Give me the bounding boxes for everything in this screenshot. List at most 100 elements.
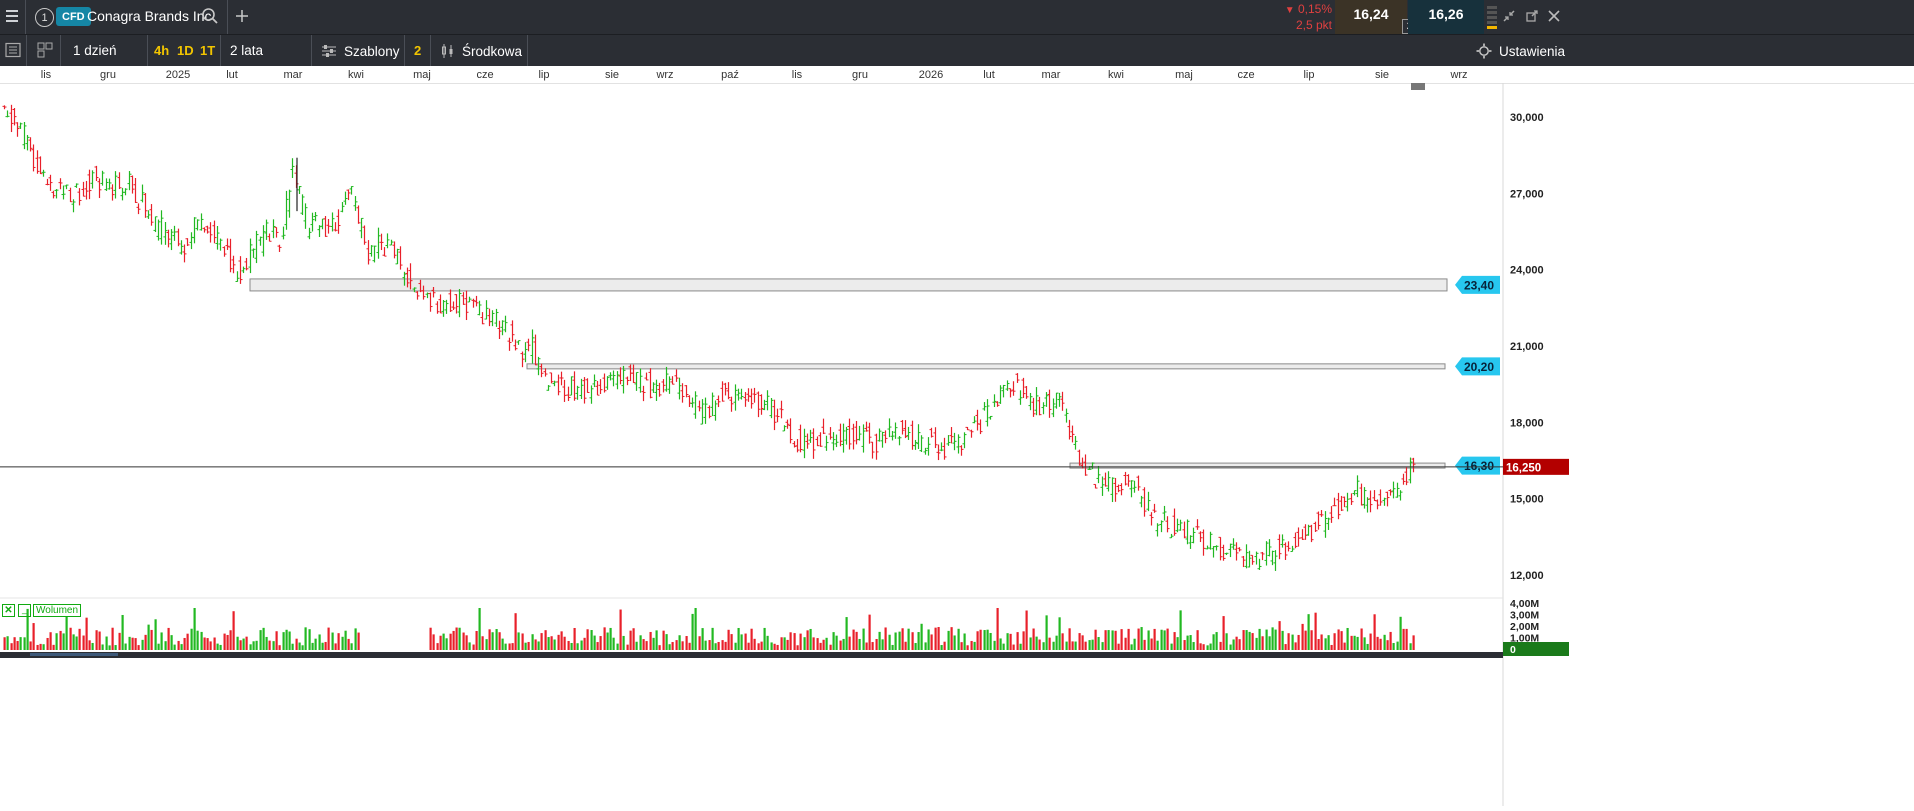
level-tag[interactable]: 20,20 — [1455, 357, 1500, 376]
support-level-zone[interactable] — [249, 278, 1448, 292]
volume-bar — [226, 634, 229, 650]
volume-bar — [1307, 614, 1310, 650]
volume-bar — [491, 632, 494, 650]
volume-bar — [183, 637, 186, 650]
quick-interval-4h[interactable]: 4h — [154, 43, 169, 58]
sell-price-box[interactable]: 16,24 — [1335, 0, 1407, 34]
settings-button[interactable]: Ustawienia — [1476, 41, 1565, 61]
bottom-scrollbar[interactable] — [0, 652, 1503, 658]
volume-axis-label: 3,00M — [1510, 610, 1539, 622]
chart-canvas[interactable]: 30,000 27,000 24,000 21,000 18,000 15,000 12,0… — [0, 74, 1914, 806]
volume-bar — [177, 640, 180, 650]
collapse-volume-icon[interactable]: _ — [18, 603, 31, 617]
scrollbar-thumb[interactable] — [30, 653, 118, 656]
list-icon[interactable] — [5, 42, 21, 58]
change-points: 2,5 pkt — [1295, 18, 1332, 32]
volume-pane — [0, 597, 1503, 658]
layout-icon[interactable] — [37, 42, 53, 58]
close-icon[interactable] — [1547, 8, 1563, 24]
volume-bar — [1081, 635, 1084, 650]
change-percent: 0,15% — [1297, 2, 1332, 16]
price-axis-label: 30,000 — [1510, 112, 1544, 124]
volume-bar — [1251, 633, 1254, 650]
templates-label: Szablony — [344, 43, 400, 59]
volume-bar — [730, 634, 733, 650]
chart-type-button[interactable]: Środkowa — [440, 41, 522, 61]
volume-bar — [521, 633, 524, 650]
time-axis-label: 2025 — [166, 69, 190, 81]
interval-select[interactable]: 1 dzień — [73, 43, 117, 58]
volume-bar — [46, 637, 49, 650]
volume-bar — [1206, 645, 1209, 650]
volume-bar — [1061, 633, 1064, 650]
volume-bar — [1202, 644, 1205, 650]
volume-bar — [193, 608, 196, 650]
volume-bar — [671, 642, 674, 650]
level-tag-label: 20,20 — [1464, 360, 1494, 374]
volume-bar — [701, 628, 704, 650]
volume-bar — [1363, 637, 1366, 650]
price-chart[interactable]: 30,000 27,000 24,000 21,000 18,000 15,000 12,0… — [0, 74, 1914, 806]
volume-bar — [1120, 629, 1123, 650]
volume-bar — [993, 640, 996, 650]
volume-axis-label: 0 — [1510, 644, 1516, 656]
volume-bar — [652, 637, 655, 650]
volume-bar — [858, 638, 861, 650]
volume-bar — [940, 645, 943, 650]
menu-icon[interactable] — [5, 8, 19, 24]
volume-bar — [862, 628, 865, 650]
volume-bar — [252, 641, 255, 650]
volume-bar — [52, 644, 55, 650]
close-volume-icon[interactable]: ✕ — [2, 603, 15, 617]
volume-bar — [455, 627, 458, 650]
level-tag[interactable]: 23,40 — [1455, 275, 1500, 294]
support-level-zone[interactable] — [526, 363, 1446, 370]
volume-bar — [1291, 634, 1294, 650]
range-select[interactable]: 2 lata — [230, 43, 263, 58]
scroll-handle-icon[interactable] — [1411, 74, 1425, 90]
tab-number-badge: 1 — [35, 8, 54, 27]
volume-bar — [203, 637, 206, 650]
price-axis-label: 12,000 — [1510, 570, 1544, 582]
volume-bar — [439, 635, 442, 650]
volume-bar — [275, 631, 278, 650]
volume-bar — [1196, 630, 1199, 650]
volume-bar — [878, 631, 881, 650]
quick-interval-1d[interactable]: 1D — [177, 43, 194, 58]
volume-bar — [593, 635, 596, 650]
volume-bar — [478, 608, 481, 650]
buy-price-box[interactable]: 16,26 — [1408, 0, 1484, 34]
level-tag[interactable]: 16,30 — [1455, 456, 1500, 475]
volume-bar — [357, 632, 360, 650]
quick-interval-1t[interactable]: 1T — [200, 43, 215, 58]
volume-bar — [717, 641, 720, 650]
time-axis-label: paź — [721, 69, 739, 81]
popout-icon[interactable] — [1525, 8, 1541, 24]
volume-bar — [911, 632, 914, 650]
volume-bar — [1229, 644, 1232, 650]
volume-bar — [101, 644, 104, 650]
volume-bar — [806, 630, 809, 650]
volume-bar — [436, 643, 439, 650]
search-icon[interactable] — [201, 7, 219, 25]
gear-icon — [1476, 43, 1492, 59]
volume-bar — [1346, 627, 1349, 650]
minimize-icon[interactable] — [1502, 8, 1518, 24]
volume-bar — [842, 638, 845, 650]
volume-bar — [1048, 637, 1051, 650]
add-tab-icon[interactable] — [235, 7, 249, 25]
templates-button[interactable]: Szablony — [321, 41, 400, 61]
volume-bar — [1107, 630, 1110, 650]
volume-bar — [1124, 637, 1127, 650]
volume-bar — [321, 642, 324, 650]
volume-bar — [1304, 630, 1307, 650]
volume-bar — [1140, 627, 1143, 650]
volume-bar — [698, 636, 701, 650]
volume-bar — [586, 629, 589, 650]
volume-bar — [934, 627, 937, 650]
volume-bar — [645, 641, 648, 650]
volume-bar — [39, 643, 42, 650]
volume-bar — [747, 642, 750, 650]
volume-bar — [334, 643, 337, 650]
volume-axis: 4,00M3,00M2,00M1,00M0 — [1503, 598, 1569, 656]
